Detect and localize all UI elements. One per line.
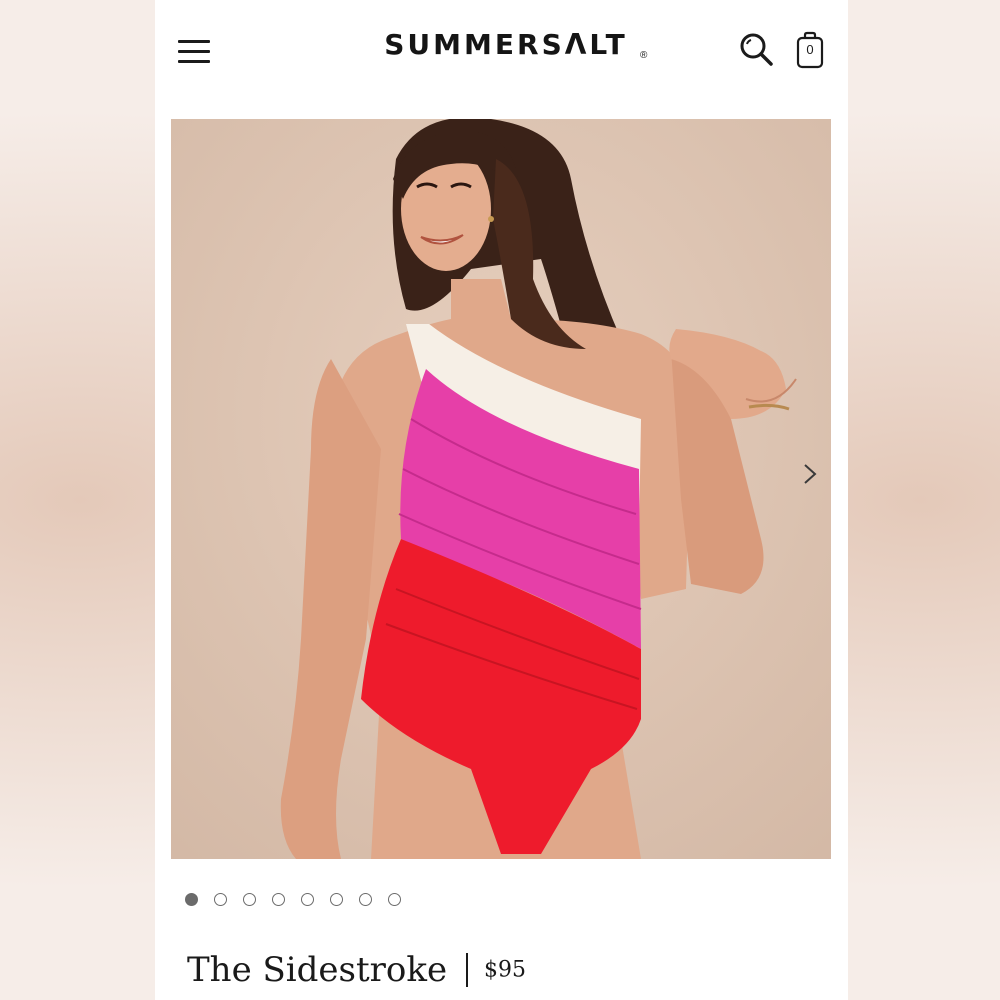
gallery-dot-6[interactable]	[330, 893, 343, 906]
gallery-dot-4[interactable]	[272, 893, 285, 906]
product-image[interactable]	[171, 119, 831, 859]
brand-logo[interactable]: SUMMERSΛLT	[361, 28, 651, 61]
gallery-dot-3[interactable]	[243, 893, 256, 906]
search-icon[interactable]	[739, 32, 775, 68]
product-title-row: The Sidestroke $95	[187, 950, 526, 1000]
gallery-dot-1[interactable]	[185, 893, 198, 906]
gallery-dot-2[interactable]	[214, 893, 227, 906]
chevron-right-icon[interactable]	[795, 459, 825, 489]
shopping-bag-icon[interactable]: 0	[795, 31, 825, 69]
title-divider	[465, 953, 468, 987]
gallery-dot-7[interactable]	[359, 893, 372, 906]
cart-count: 0	[806, 42, 814, 57]
registered-mark: ®	[640, 50, 648, 61]
swimsuit-photo	[171, 119, 831, 859]
site-header: SUMMERSΛLT ® 0	[155, 0, 848, 110]
product-price: $95	[484, 957, 527, 983]
gallery-dot-5[interactable]	[301, 893, 314, 906]
product-name: The Sidestroke	[187, 950, 448, 990]
hamburger-menu-icon[interactable]	[177, 38, 211, 66]
product-page: SUMMERSΛLT ® 0 The Sidestroke $95	[155, 0, 848, 1000]
gallery-dot-8[interactable]	[388, 893, 401, 906]
